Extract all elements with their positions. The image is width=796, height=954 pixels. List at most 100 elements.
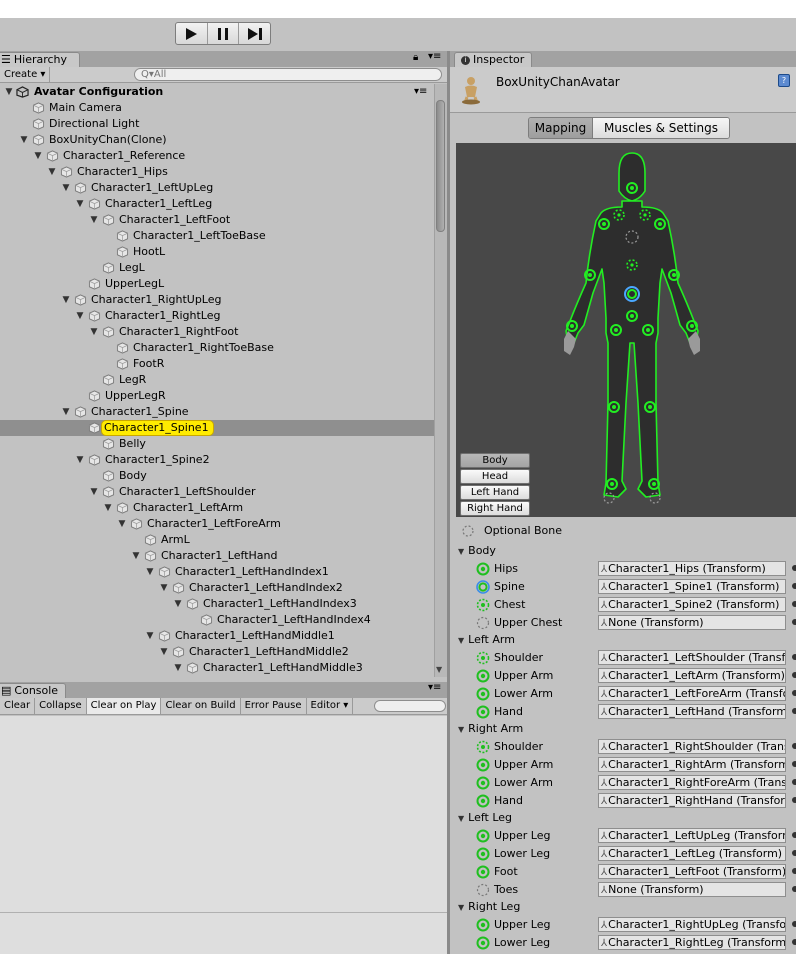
object-picker-icon[interactable]: [792, 619, 796, 625]
step-button[interactable]: [239, 23, 270, 44]
object-picker-icon[interactable]: [792, 797, 796, 803]
expand-arrow-icon[interactable]: ▼: [131, 548, 141, 564]
bone-transform-field[interactable]: ⅄Character1_RightShoulder (Transform): [598, 739, 786, 754]
expand-arrow-icon[interactable]: ▼: [19, 132, 29, 148]
expand-arrow-icon[interactable]: ▼: [89, 324, 99, 340]
bone-status-icon[interactable]: [476, 847, 490, 861]
console-button[interactable]: Collapse: [35, 698, 87, 714]
console-menu-icon[interactable]: ▾≡: [428, 682, 441, 693]
bone-status-icon[interactable]: [476, 687, 490, 701]
hierarchy-item[interactable]: ▼ Character1_LeftHandIndex3: [0, 596, 434, 612]
panel-menu-icon[interactable]: ▾≡: [428, 51, 441, 62]
expand-arrow-icon[interactable]: ▼: [33, 148, 43, 164]
object-picker-icon[interactable]: [792, 708, 796, 714]
object-picker-icon[interactable]: [792, 779, 796, 785]
expand-arrow-icon[interactable]: ▼: [117, 516, 127, 532]
object-picker-icon[interactable]: [792, 601, 796, 607]
console-detail-area[interactable]: [0, 912, 447, 954]
panel-divider[interactable]: [447, 51, 450, 954]
hierarchy-item[interactable]: ▼ Character1_LeftHandIndex2: [0, 580, 434, 596]
help-icon[interactable]: ?: [778, 74, 790, 87]
bone-transform-field[interactable]: ⅄Character1_Hips (Transform): [598, 561, 786, 576]
bone-status-icon[interactable]: [476, 740, 490, 754]
console-button[interactable]: Editor ▾: [307, 698, 354, 714]
hierarchy-item[interactable]: LegL: [0, 260, 434, 276]
console-button[interactable]: Clear: [0, 698, 36, 714]
bone-section-header[interactable]: ▼ Body: [458, 543, 496, 559]
hierarchy-item[interactable]: UpperLegL: [0, 276, 434, 292]
expand-arrow-icon[interactable]: ▼: [61, 180, 71, 196]
expand-arrow-icon[interactable]: ▼: [145, 564, 155, 580]
scene-header[interactable]: ▼ Avatar Configuration ▾≡: [0, 84, 434, 100]
hierarchy-item[interactable]: ▼ Character1_Spine: [0, 404, 434, 420]
object-picker-icon[interactable]: [792, 743, 796, 749]
foldout-arrow-icon[interactable]: ▼: [458, 636, 464, 645]
hierarchy-item[interactable]: ▼ Character1_LeftHand: [0, 548, 434, 564]
expand-arrow-icon[interactable]: ▼: [47, 164, 57, 180]
hierarchy-item[interactable]: ▼ Character1_LeftForeArm: [0, 516, 434, 532]
tab-mapping[interactable]: Mapping: [529, 118, 593, 138]
bone-transform-field[interactable]: ⅄Character1_LeftShoulder (Transform): [598, 650, 786, 665]
hierarchy-item[interactable]: Belly: [0, 436, 434, 452]
bone-section-header[interactable]: ▼ Right Leg: [458, 899, 520, 915]
bone-transform-field[interactable]: ⅄Character1_RightUpLeg (Transform): [598, 917, 786, 932]
hierarchy-item[interactable]: ▼ Character1_Reference: [0, 148, 434, 164]
hierarchy-item[interactable]: HootL: [0, 244, 434, 260]
hierarchy-item[interactable]: Main Camera: [0, 100, 434, 116]
hierarchy-item[interactable]: UpperLegR: [0, 388, 434, 404]
object-picker-icon[interactable]: [792, 654, 796, 660]
expand-arrow-icon[interactable]: ▼: [103, 500, 113, 516]
expand-arrow-icon[interactable]: ▼: [89, 484, 99, 500]
foldout-arrow-icon[interactable]: ▼: [458, 547, 464, 556]
bone-transform-field[interactable]: ⅄Character1_Spine1 (Transform): [598, 579, 786, 594]
play-button[interactable]: [176, 23, 208, 44]
bone-transform-field[interactable]: ⅄Character1_RightArm (Transform): [598, 757, 786, 772]
tab-hierarchy[interactable]: ☰ Hierarchy: [0, 52, 80, 67]
body-part-button[interactable]: Head: [460, 469, 530, 484]
console-log-area[interactable]: [0, 716, 447, 912]
body-part-button[interactable]: Body: [460, 453, 530, 468]
expand-arrow-icon[interactable]: ▼: [61, 292, 71, 308]
object-picker-icon[interactable]: [792, 921, 796, 927]
lock-icon[interactable]: 🔒︎: [413, 52, 418, 63]
create-dropdown[interactable]: Create ▾: [0, 67, 51, 82]
pause-button[interactable]: [208, 23, 240, 44]
bone-transform-field[interactable]: ⅄Character1_RightForeArm (Transform): [598, 775, 786, 790]
bone-status-icon[interactable]: [476, 829, 490, 843]
console-button[interactable]: Clear on Play: [86, 698, 162, 714]
hierarchy-item[interactable]: Character1_Spine1: [0, 420, 434, 436]
hierarchy-item[interactable]: ▼ Character1_RightUpLeg: [0, 292, 434, 308]
hierarchy-item[interactable]: ▼ Character1_LeftHandMiddle1: [0, 628, 434, 644]
object-picker-icon[interactable]: [792, 850, 796, 856]
hierarchy-search-input[interactable]: Q▾All: [134, 68, 442, 81]
tab-console[interactable]: ▤ Console: [0, 683, 66, 698]
bone-transform-field[interactable]: ⅄Character1_LeftHand (Transform): [598, 704, 786, 719]
foldout-arrow-icon[interactable]: ▼: [458, 814, 464, 823]
hierarchy-item[interactable]: ▼ Character1_RightLeg: [0, 308, 434, 324]
bone-transform-field[interactable]: ⅄Character1_RightHand (Transform): [598, 793, 786, 808]
bone-status-icon[interactable]: [476, 794, 490, 808]
hierarchy-item[interactable]: FootR: [0, 356, 434, 372]
expand-arrow-icon[interactable]: ▼: [173, 660, 183, 676]
hierarchy-item[interactable]: ▼ Character1_Hips: [0, 164, 434, 180]
bone-transform-field[interactable]: ⅄Character1_LeftForeArm (Transform): [598, 686, 786, 701]
hierarchy-item[interactable]: ▼ Character1_LeftHandMiddle3: [0, 660, 434, 676]
bone-transform-field[interactable]: ⅄None (Transform): [598, 615, 786, 630]
hierarchy-item[interactable]: ▼ Character1_LeftLeg: [0, 196, 434, 212]
bone-section-header[interactable]: ▼ Left Arm: [458, 632, 515, 648]
hierarchy-item[interactable]: ▼ Character1_LeftHandMiddle2: [0, 644, 434, 660]
hierarchy-item[interactable]: ▼ Character1_RightFoot: [0, 324, 434, 340]
body-part-button[interactable]: Right Hand: [460, 501, 530, 516]
object-picker-icon[interactable]: [792, 761, 796, 767]
hierarchy-item[interactable]: ▼ Character1_LeftShoulder: [0, 484, 434, 500]
object-picker-icon[interactable]: [792, 672, 796, 678]
bone-status-icon[interactable]: [476, 598, 490, 612]
hierarchy-item[interactable]: Character1_RightToeBase: [0, 340, 434, 356]
expand-arrow-icon[interactable]: ▼: [75, 196, 85, 212]
bone-transform-field[interactable]: ⅄Character1_LeftFoot (Transform): [598, 864, 786, 879]
hierarchy-item[interactable]: ▼ Character1_LeftArm: [0, 500, 434, 516]
bone-section-header[interactable]: ▼ Right Arm: [458, 721, 523, 737]
hierarchy-item[interactable]: ▼ Character1_LeftFoot: [0, 212, 434, 228]
console-button[interactable]: Clear on Build: [161, 698, 241, 714]
body-part-button[interactable]: Left Hand: [460, 485, 530, 500]
